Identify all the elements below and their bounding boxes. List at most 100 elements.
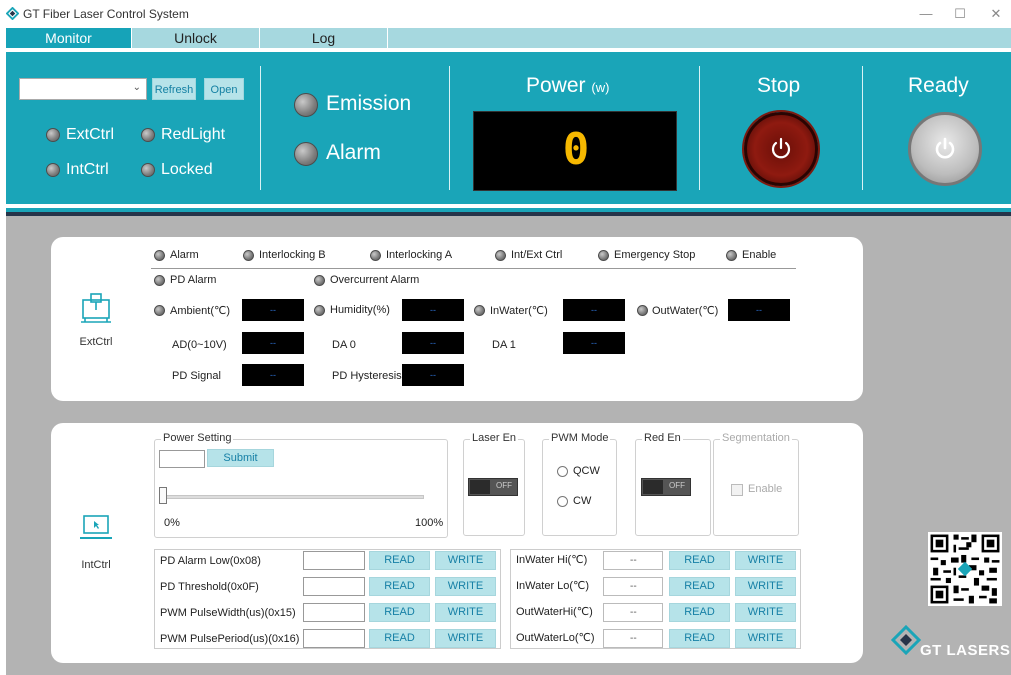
header-divider [449,66,450,190]
power-slider-track[interactable] [159,495,424,499]
ready-label: Ready [908,74,969,97]
pwm-mode-group: PWM Mode QCW CW [542,432,617,536]
close-button[interactable]: ✕ [986,4,1006,24]
ambient-led-icon [154,305,165,316]
red-en-toggle[interactable]: OFF [641,478,691,496]
power-title: Power (w) [526,74,609,98]
register-row-label: InWater Lo(℃) [516,580,590,592]
submit-button[interactable]: Submit [207,449,274,467]
write-button[interactable]: WRITE [735,577,796,596]
brand-name: GT LASERS [920,642,1011,659]
da0-value: -- [402,332,464,354]
register-row-input[interactable] [303,629,365,648]
power-display: 0 [473,111,677,191]
register-row-input[interactable] [303,603,365,622]
status-overcurrent-alarm: Overcurrent Alarm [330,274,420,286]
maximize-button[interactable]: ☐ [950,4,970,24]
read-button[interactable]: READ [669,629,730,648]
status-pd-alarm: PD Alarm [170,274,217,286]
ad-value: -- [242,332,304,354]
register-row-input[interactable]: -- [603,577,663,596]
cw-radio[interactable] [557,496,568,507]
status-interlocking-a: Interlocking A [386,249,453,261]
tab-monitor[interactable]: Monitor [6,28,132,48]
read-button[interactable]: READ [369,551,430,570]
register-row-value: -- [630,555,637,566]
pwm-mode-title: PWM Mode [549,432,611,444]
register-row-input[interactable] [303,577,365,596]
segmentation-enable-label: Enable [748,483,783,495]
humidity-led-icon [314,305,325,316]
read-button[interactable]: READ [369,603,430,622]
toggle-knob [643,480,663,494]
ad-label: AD(0~10V) [172,339,227,351]
segmentation-title: Segmentation [720,432,792,444]
write-button[interactable]: WRITE [435,603,496,622]
status-alarm: Alarm [170,249,199,261]
register-row-label: PWM PulsePeriod(us)(0x16) [160,633,300,645]
emission-led-icon [294,93,318,117]
register-row-label: InWater Hi(℃) [516,554,588,566]
register-row-value: -- [630,633,637,644]
inwater-value: -- [563,299,625,321]
read-button[interactable]: READ [669,551,730,570]
app-logo-icon [6,7,19,20]
ambient-value: -- [242,299,304,321]
power-slider-thumb[interactable] [159,487,167,504]
register-row-label: OutWaterHi(℃) [516,606,593,618]
segmentation-enable-checkbox[interactable] [731,484,743,496]
minimize-button[interactable]: — [916,4,936,24]
header-divider [260,66,261,190]
status-enable: Enable [742,249,777,261]
power-setting-input[interactable] [159,450,205,468]
register-row-input[interactable]: -- [603,603,663,622]
register-row-input[interactable] [303,551,365,570]
qr-code-icon [928,532,1002,606]
extctrl-panel: ExtCtrl Alarm Interlocking B Interlockin… [51,237,863,401]
tab-unlock[interactable]: Unlock [132,28,260,48]
refresh-button[interactable]: Refresh [152,78,196,100]
read-button[interactable]: READ [369,577,430,596]
register-row-input[interactable]: -- [603,551,663,570]
write-button[interactable]: WRITE [435,629,496,648]
write-button[interactable]: WRITE [735,551,796,570]
write-button[interactable]: WRITE [735,629,796,648]
da1-label: DA 1 [492,339,516,351]
write-button[interactable]: WRITE [435,577,496,596]
read-button[interactable]: READ [369,629,430,648]
port-select[interactable]: ⌄ [19,78,147,100]
intctrl-led-icon [46,163,60,177]
register-row-input[interactable]: -- [603,629,663,648]
write-button[interactable]: WRITE [435,551,496,570]
power-setting-title: Power Setting [161,432,234,444]
alarm-led-icon [154,250,165,261]
power-icon [771,137,791,159]
pd-signal-value: -- [242,364,304,386]
laser-en-toggle[interactable]: OFF [468,478,518,496]
intctrl-side-label: IntCtrl [81,559,111,571]
stop-button[interactable] [744,112,818,186]
ready-button[interactable] [908,112,982,186]
power-title-text: Power [526,74,586,97]
red-en-state: OFF [669,481,685,490]
window-title: GT Fiber Laser Control System [23,7,189,21]
read-button[interactable]: READ [669,577,730,596]
stop-label: Stop [757,74,801,97]
laptop-icon [80,515,112,539]
tab-log[interactable]: Log [260,28,388,48]
write-button[interactable]: WRITE [735,603,796,622]
status-emergency-stop: Emergency Stop [614,249,696,261]
power-value: 0 [562,124,590,175]
emergency-stop-led-icon [598,250,609,261]
register-row-label: PD Alarm Low(0x08) [160,555,261,567]
interlocking-b-led-icon [243,250,254,261]
laser-en-title: Laser En [470,432,519,444]
chevron-down-icon: ⌄ [132,82,141,93]
qcw-radio[interactable] [557,466,568,477]
open-button[interactable]: Open [204,78,244,100]
read-button[interactable]: READ [669,603,730,622]
humidity-label: Humidity(%) [330,304,390,316]
inwater-led-icon [474,305,485,316]
enable-led-icon [726,250,737,261]
main-area: ExtCtrl Alarm Interlocking B Interlockin… [6,216,1011,675]
